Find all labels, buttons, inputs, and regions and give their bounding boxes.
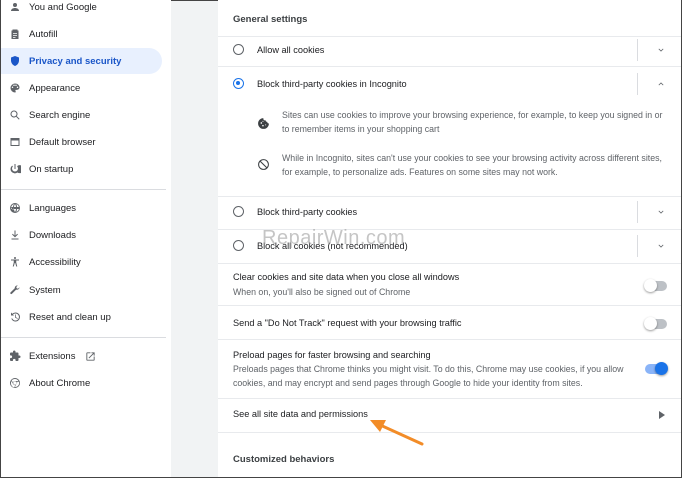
sidebar-item-on-startup[interactable]: On startup [1,156,162,182]
person-icon [1,1,29,13]
row-divider [218,196,681,197]
chevron-down-icon [658,244,664,248]
sidebar-item-label: Downloads [29,229,76,241]
allow-all-expand-button[interactable] [655,44,667,56]
clear-on-exit-toggle[interactable] [644,279,667,292]
sidebar-item-search-engine[interactable]: Search engine [1,102,162,128]
vertical-separator [637,235,638,257]
block-third-party-label: Block third-party cookies [257,207,358,217]
block-incognito-collapse-button[interactable] [655,78,667,90]
sidebar-item-label: Languages [29,202,77,214]
clipboard-icon [1,28,29,40]
allow-all-cookies-radio[interactable] [233,44,244,55]
preload-label: Preload pages for faster browsing and se… [233,350,431,360]
block-all-expand-button[interactable] [655,240,667,252]
row-divider [218,305,681,306]
row-divider [218,432,681,433]
preload-sublabel: Preloads pages that Chrome thinks you mi… [233,364,624,388]
customized-behaviors-heading: Customized behaviors [233,454,335,465]
block-incognito-radio[interactable] [233,78,244,89]
incognito-cookies-benefit-text: Sites can use cookies to improve your br… [282,110,663,134]
sidebar-item-reset-and-clean-up[interactable]: Reset and clean up [1,304,162,330]
block-icon [256,157,270,171]
sidebar-item-label: About Chrome [29,377,91,389]
chevron-down-icon [658,210,664,214]
sidebar-item-system[interactable]: System [1,277,162,303]
do-not-track-toggle[interactable] [644,317,667,330]
row-divider [218,36,681,37]
sidebar-item-label: Default browser [29,136,96,148]
row-divider [218,339,681,340]
globe-icon [1,202,29,214]
block-all-radio[interactable] [233,240,244,251]
open-in-new-icon [85,351,96,362]
block-third-party-radio[interactable] [233,206,244,217]
power-icon [1,163,29,175]
sidebar-item-about-chrome[interactable]: About Chrome [1,370,162,396]
vertical-separator [637,73,638,95]
settings-sidebar: You and Google Autofill Privacy and secu… [1,0,171,477]
sidebar-item-label: Accessibility [29,256,81,268]
sidebar-item-label: System [29,284,61,296]
sidebar-item-extensions[interactable]: Extensions [1,343,162,369]
row-divider [218,66,681,67]
incognito-cookies-warning-text: While in Incognito, sites can't use your… [282,153,662,177]
sidebar-item-label: Extensions [29,350,76,362]
sidebar-item-label: Privacy and security [29,55,122,67]
sidebar-item-label: You and Google [29,1,97,13]
sidebar-item-appearance[interactable]: Appearance [1,75,162,101]
annotation-arrow-icon [370,420,424,446]
sidebar-item-you-and-google[interactable]: You and Google [1,0,162,20]
row-divider [218,398,681,399]
sidebar-item-autofill[interactable]: Autofill [1,21,162,47]
cookie-icon [256,116,270,130]
preload-toggle[interactable] [645,362,668,375]
puzzle-icon [1,350,29,362]
chevron-down-icon [658,48,664,52]
history-icon [1,311,29,323]
accessibility-icon [1,256,29,268]
shield-icon [1,55,29,67]
clear-on-exit-label: Clear cookies and site data when you clo… [233,272,460,282]
sidebar-item-languages[interactable]: Languages [1,195,162,221]
sidebar-item-default-browser[interactable]: Default browser [1,129,162,155]
clear-on-exit-sublabel: When on, you'll also be signed out of Ch… [233,287,411,297]
sidebar-item-label: On startup [29,163,74,175]
wrench-icon [1,284,29,296]
sidebar-item-label: Appearance [29,82,81,94]
sidebar-divider [1,337,166,338]
download-icon [1,229,29,241]
chevron-up-icon [658,82,664,86]
do-not-track-label: Send a "Do Not Track" request with your … [233,318,462,328]
palette-icon [1,82,29,94]
allow-all-cookies-label: Allow all cookies [257,45,325,55]
see-all-site-data-link[interactable]: See all site data and permissions [233,409,368,419]
chevron-right-icon[interactable] [658,410,666,420]
sidebar-item-privacy-and-security[interactable]: Privacy and security [1,48,162,74]
search-icon [1,109,29,121]
row-divider [218,263,681,264]
sidebar-item-label: Search engine [29,109,91,121]
block-third-party-expand-button[interactable] [655,206,667,218]
vertical-separator [637,201,638,223]
chrome-icon [1,377,29,389]
general-settings-heading: General settings [233,14,308,25]
browser-icon [1,136,29,148]
block-incognito-label: Block third-party cookies in Incognito [257,79,407,89]
sidebar-item-accessibility[interactable]: Accessibility [1,249,162,275]
sidebar-divider [1,189,166,190]
watermark: RepairWin.com [262,227,406,249]
vertical-separator [637,39,638,61]
sidebar-item-label: Autofill [29,28,58,40]
sidebar-item-downloads[interactable]: Downloads [1,222,162,248]
sidebar-item-label: Reset and clean up [29,311,111,323]
